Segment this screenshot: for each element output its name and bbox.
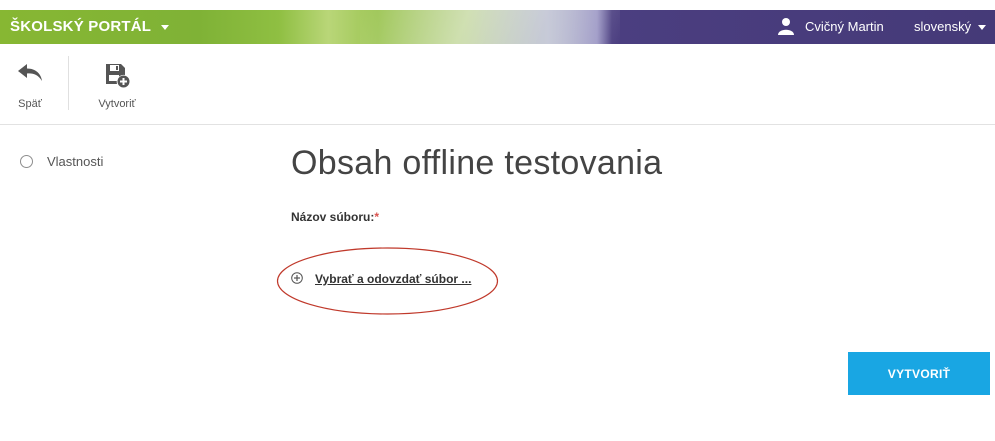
- page-title: Obsah offline testovania: [291, 144, 663, 182]
- chevron-down-icon: [161, 24, 170, 30]
- create-button[interactable]: VYTVORIŤ: [848, 352, 990, 395]
- brand-menu[interactable]: ŠKOLSKÝ PORTÁL: [10, 10, 170, 44]
- upload-file-link[interactable]: Vybrať a odovzdať súbor ...: [315, 270, 471, 288]
- back-label: Späť: [18, 98, 42, 110]
- user-name: Cvičný Martin: [805, 19, 884, 34]
- language-select[interactable]: slovenský: [914, 10, 987, 44]
- back-button[interactable]: Späť: [10, 44, 50, 124]
- file-name-label-text: Názov súboru:: [291, 210, 375, 224]
- radio-icon[interactable]: [20, 155, 33, 168]
- user-icon: [778, 18, 794, 35]
- required-marker: *: [374, 210, 380, 224]
- language-label: slovenský: [914, 19, 972, 34]
- brand-title: ŠKOLSKÝ PORTÁL: [10, 18, 152, 35]
- plus-circle-icon[interactable]: [291, 272, 303, 284]
- back-arrow-icon: [18, 64, 42, 81]
- toolbar-divider: [68, 56, 69, 110]
- file-name-label: Názov súboru:*: [291, 210, 379, 224]
- save-add-icon: [106, 64, 130, 88]
- sidebar-item-label: Vlastnosti: [47, 154, 104, 169]
- chevron-down-icon: [978, 25, 987, 31]
- top-bar-decoration: [360, 10, 620, 44]
- create-label: Vytvoriť: [98, 98, 136, 110]
- toolbar: Späť Vytvoriť: [0, 44, 995, 125]
- top-bar: ŠKOLSKÝ PORTÁL Cvičný Martin slovenský: [0, 10, 995, 44]
- create-toolbar-button[interactable]: Vytvoriť: [86, 44, 148, 124]
